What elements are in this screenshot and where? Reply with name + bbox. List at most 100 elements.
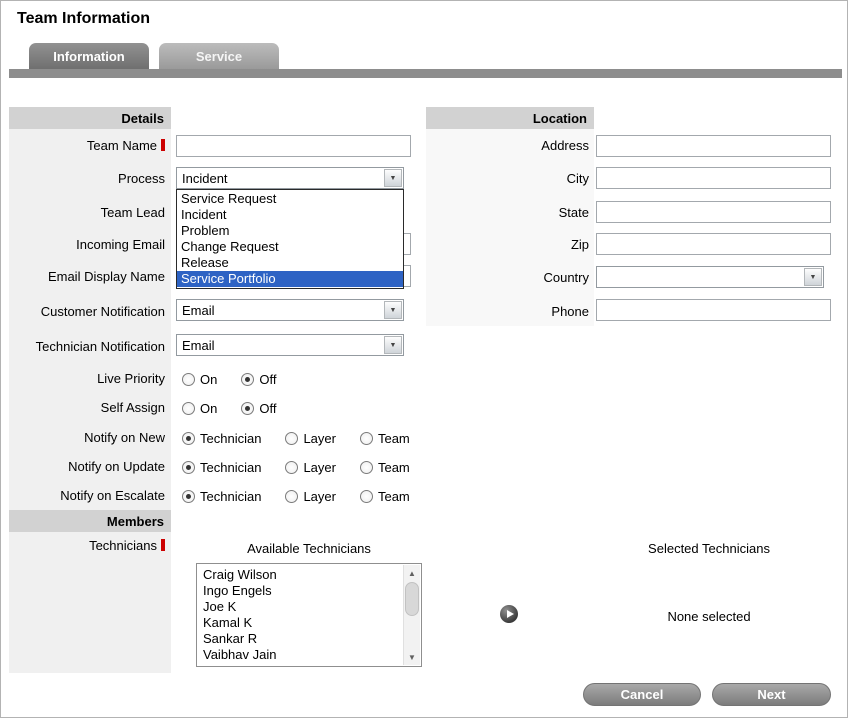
country-dropdown-arrow-icon[interactable]: ▼ (804, 268, 822, 286)
radio-checked-icon (182, 490, 195, 503)
team-information-page: Team Information Information Service Det… (0, 0, 848, 718)
details-header-label: Details (121, 111, 164, 126)
technician-option[interactable]: Craig Wilson (203, 567, 399, 583)
radio-checked-icon (241, 373, 254, 386)
live-priority-off[interactable]: Off (241, 372, 276, 387)
radio-icon (360, 461, 373, 474)
notify-on-update-technician[interactable]: Technician (182, 460, 261, 475)
process-dropdown-arrow-icon[interactable]: ▼ (384, 169, 402, 187)
technician-notification-value: Email (182, 338, 215, 353)
address-label: Address (433, 138, 589, 154)
notify-on-escalate-options: Technician Layer Team (182, 488, 434, 504)
process-label: Process (9, 171, 165, 187)
members-header-label: Members (107, 514, 164, 529)
tab-service-label: Service (196, 49, 242, 64)
radio-icon (182, 373, 195, 386)
radio-icon (360, 432, 373, 445)
location-label-column (426, 129, 594, 326)
process-option-change-request[interactable]: Change Request (177, 239, 403, 255)
notify-on-escalate-label: Notify on Escalate (9, 488, 165, 504)
process-option-problem[interactable]: Problem (177, 223, 403, 239)
state-input[interactable] (596, 201, 831, 223)
available-technicians-listbox[interactable]: Craig Wilson Ingo Engels Joe K Kamal K S… (196, 563, 422, 667)
process-dropdown-list: Service Request Incident Problem Change … (176, 189, 404, 289)
city-label: City (433, 171, 589, 187)
notify-on-new-label: Notify on New (9, 430, 165, 446)
zip-input[interactable] (596, 233, 831, 255)
self-assign-on[interactable]: On (182, 401, 217, 416)
notify-on-escalate-technician[interactable]: Technician (182, 489, 261, 504)
selected-technicians-label: Selected Technicians (594, 541, 824, 556)
process-option-service-portfolio[interactable]: Service Portfolio (177, 271, 403, 287)
live-priority-label: Live Priority (9, 371, 165, 387)
tab-information-label: Information (53, 49, 125, 64)
technician-option[interactable]: Kamal K (203, 615, 399, 631)
self-assign-off[interactable]: Off (241, 401, 276, 416)
zip-label: Zip (433, 237, 589, 253)
customer-notification-label: Customer Notification (9, 304, 165, 320)
country-select[interactable]: ▼ (596, 266, 824, 288)
technician-option[interactable]: Ingo Engels (203, 583, 399, 599)
technician-notification-arrow-icon[interactable]: ▼ (384, 336, 402, 354)
next-button[interactable]: Next (712, 683, 831, 706)
technician-option[interactable]: Sankar R (203, 631, 399, 647)
listbox-scrollbar[interactable]: ▲ ▼ (403, 565, 420, 665)
radio-icon (360, 490, 373, 503)
team-lead-label: Team Lead (9, 205, 165, 221)
notify-on-new-layer[interactable]: Layer (285, 431, 336, 446)
scroll-up-icon[interactable]: ▲ (404, 565, 420, 581)
notify-on-escalate-layer[interactable]: Layer (285, 489, 336, 504)
details-section-header: Details (9, 107, 171, 129)
radio-checked-icon (241, 402, 254, 415)
address-input[interactable] (596, 135, 831, 157)
notify-on-new-technician[interactable]: Technician (182, 431, 261, 446)
notify-on-update-options: Technician Layer Team (182, 459, 434, 475)
radio-icon (182, 402, 195, 415)
notify-on-update-label: Notify on Update (9, 459, 165, 475)
country-label: Country (433, 270, 589, 286)
technician-option[interactable]: Vaibhav Jain (203, 647, 399, 663)
self-assign-label: Self Assign (9, 400, 165, 416)
scroll-down-icon[interactable]: ▼ (404, 649, 420, 665)
state-label: State (433, 205, 589, 221)
tab-information[interactable]: Information (29, 43, 149, 69)
notify-on-update-layer[interactable]: Layer (285, 460, 336, 475)
live-priority-on[interactable]: On (182, 372, 217, 387)
page-title: Team Information (17, 10, 150, 28)
move-to-selected-button[interactable] (500, 605, 518, 623)
radio-icon (285, 461, 298, 474)
selected-technicians-empty: None selected (594, 609, 824, 624)
process-option-incident[interactable]: Incident (177, 207, 403, 223)
radio-checked-icon (182, 461, 195, 474)
phone-label: Phone (433, 304, 589, 320)
notify-on-new-options: Technician Layer Team (182, 430, 434, 446)
notify-on-escalate-team[interactable]: Team (360, 489, 410, 504)
radio-checked-icon (182, 432, 195, 445)
cancel-button[interactable]: Cancel (583, 683, 701, 706)
notify-on-update-team[interactable]: Team (360, 460, 410, 475)
incoming-email-label: Incoming Email (9, 237, 165, 253)
scrollbar-thumb[interactable] (405, 582, 419, 616)
process-select-value: Incident (182, 171, 228, 186)
process-option-release[interactable]: Release (177, 255, 403, 271)
phone-input[interactable] (596, 299, 831, 321)
location-header-label: Location (533, 111, 587, 126)
process-option-service-request[interactable]: Service Request (177, 191, 403, 207)
live-priority-options: On Off (182, 371, 300, 387)
tab-bar (9, 69, 842, 78)
notify-on-new-team[interactable]: Team (360, 431, 410, 446)
radio-icon (285, 490, 298, 503)
tab-service[interactable]: Service (159, 43, 279, 69)
members-section-header: Members (9, 510, 171, 532)
email-display-name-label: Email Display Name (9, 269, 165, 285)
technician-option[interactable]: Joe K (203, 599, 399, 615)
process-select[interactable]: Incident ▼ (176, 167, 404, 189)
team-name-input[interactable] (176, 135, 411, 157)
available-technicians-label: Available Technicians (196, 541, 422, 556)
customer-notification-select[interactable]: Email ▼ (176, 299, 404, 321)
required-marker (161, 539, 165, 551)
customer-notification-value: Email (182, 303, 215, 318)
technician-notification-select[interactable]: Email ▼ (176, 334, 404, 356)
city-input[interactable] (596, 167, 831, 189)
customer-notification-arrow-icon[interactable]: ▼ (384, 301, 402, 319)
